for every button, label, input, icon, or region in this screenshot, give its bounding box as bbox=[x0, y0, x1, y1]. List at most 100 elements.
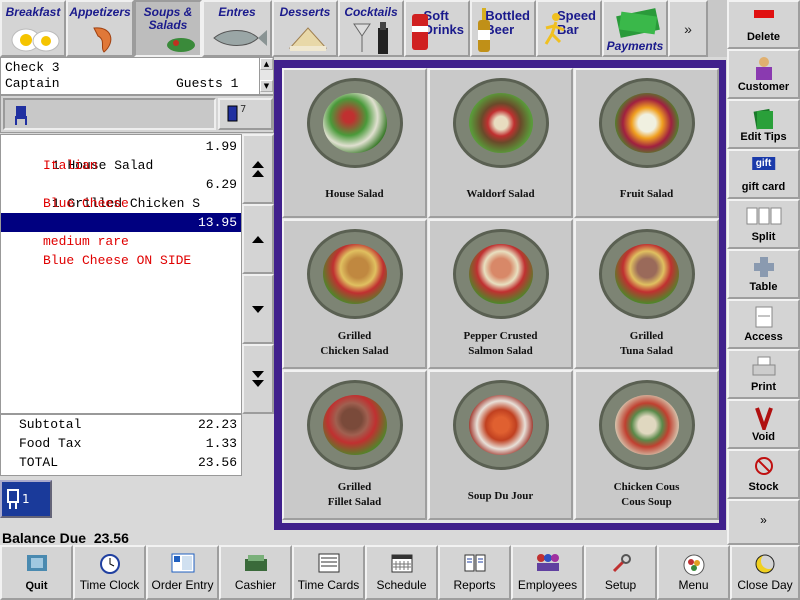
access-button[interactable]: Access bbox=[727, 299, 800, 349]
house-salad-image bbox=[306, 78, 403, 168]
scroll-top-button[interactable] bbox=[242, 134, 274, 204]
customer-label: Customer bbox=[737, 81, 790, 93]
up-arrow-icon bbox=[252, 235, 264, 243]
more-actions-button[interactable]: » bbox=[727, 499, 800, 545]
scroll-down-arrow-icon[interactable]: ▼ bbox=[260, 80, 273, 92]
order-item-row[interactable]: 1 House Salad 1.99 bbox=[1, 137, 241, 173]
scroll-bottom-button[interactable] bbox=[242, 344, 274, 414]
item-modifier[interactable]: Blue Cheese bbox=[1, 194, 241, 213]
menu-item-fruit-salad[interactable]: Fruit Salad bbox=[574, 68, 719, 218]
scroll-up-arrow-icon[interactable]: ▲ bbox=[260, 58, 273, 70]
cashier-button[interactable]: Cashier bbox=[219, 545, 292, 600]
edit-tips-button[interactable]: Edit Tips bbox=[727, 99, 800, 149]
menu-item-house-salad[interactable]: House Salad bbox=[282, 68, 427, 218]
void-label: Void bbox=[751, 431, 775, 443]
customer-button[interactable]: Customer bbox=[727, 49, 800, 99]
totals-panel: Subtotal 22.23 Food Tax 1.33 TOTAL 23.56 bbox=[0, 414, 242, 476]
item-modifier[interactable]: medium rare bbox=[1, 232, 241, 251]
delete-icon bbox=[753, 10, 774, 18]
menu-item-grilled-fillet-salad[interactable]: Grilled Fillet Salad bbox=[282, 370, 427, 520]
stock-label: Stock bbox=[748, 481, 779, 493]
soup-du-jour-image bbox=[452, 380, 549, 470]
item-modifier[interactable]: Italian bbox=[1, 156, 241, 175]
category-label: Appetizers bbox=[69, 5, 131, 19]
table-icon bbox=[753, 257, 774, 277]
eggs-icon bbox=[11, 28, 60, 52]
tax-value: 1.33 bbox=[205, 436, 237, 451]
menu-item-soup-du-jour[interactable]: Soup Du Jour bbox=[428, 370, 573, 520]
menu-item-grid-frame: House Salad Waldorf Salad Fruit Salad Gr… bbox=[274, 60, 726, 530]
balance-label: Balance Due bbox=[2, 530, 87, 546]
category-soft-drinks[interactable]: Soft Drinks bbox=[404, 0, 470, 57]
menu-item-name: Grilled Tuna Salad bbox=[619, 330, 674, 357]
down-arrow-icon bbox=[252, 305, 264, 313]
quit-button[interactable]: Quit bbox=[0, 545, 73, 600]
close-day-button[interactable]: Close Day bbox=[730, 545, 800, 600]
seat-selector-button[interactable] bbox=[3, 98, 216, 130]
bottom-toolbar: Quit Time Clock Order Entry Cashier Time… bbox=[0, 545, 800, 600]
category-entres[interactable]: Entres bbox=[202, 0, 272, 57]
menu-item-chicken-cous-cous-soup[interactable]: Chicken Cous Cous Soup bbox=[574, 370, 719, 520]
category-cocktails[interactable]: Cocktails bbox=[338, 0, 404, 57]
setup-label: Setup bbox=[604, 578, 637, 592]
beer-bottle-icon bbox=[478, 8, 490, 52]
menu-label: Menu bbox=[678, 578, 709, 592]
category-appetizers[interactable]: Appetizers bbox=[66, 0, 134, 57]
void-icon bbox=[754, 407, 773, 430]
menu-item-name: Waldorf Salad bbox=[466, 188, 535, 200]
void-button[interactable]: Void bbox=[727, 399, 800, 449]
category-soups-salads[interactable]: Soups & Salads bbox=[134, 0, 202, 57]
shrimp-icon bbox=[93, 27, 112, 53]
menu-item-name: House Salad bbox=[325, 188, 384, 200]
category-desserts[interactable]: Desserts bbox=[272, 0, 338, 57]
table-label: Table bbox=[749, 281, 778, 293]
order-item-row[interactable]: 1 Grilled Chicken S 6.29 bbox=[1, 175, 241, 211]
scroll-track[interactable] bbox=[260, 70, 273, 80]
time-cards-button[interactable]: Time Cards bbox=[292, 545, 365, 600]
category-breakfast[interactable]: Breakfast bbox=[0, 0, 66, 57]
item-modifier[interactable]: Blue Cheese ON SIDE bbox=[1, 251, 241, 270]
menu-item-grilled-tuna-salad[interactable]: Grilled Tuna Salad bbox=[574, 219, 719, 369]
menu-item-waldorf-salad[interactable]: Waldorf Salad bbox=[428, 68, 573, 218]
action-column: Delete Customer Edit Tips gift gift card… bbox=[727, 0, 800, 545]
category-bottled-beer[interactable]: Bottled Beer bbox=[470, 0, 536, 57]
category-speed-bar[interactable]: Speed Bar bbox=[536, 0, 602, 57]
seat-row: 7 bbox=[0, 95, 274, 133]
menu-item-name: Soup Du Jour bbox=[467, 490, 534, 502]
menu-button[interactable]: Menu bbox=[657, 545, 730, 600]
time-clock-label: Time Clock bbox=[79, 578, 140, 592]
setup-button[interactable]: Setup bbox=[584, 545, 657, 600]
double-up-arrow-icon bbox=[252, 161, 264, 177]
menu-item-grilled-chicken-salad[interactable]: Grilled Chicken Salad bbox=[282, 219, 427, 369]
order-item-row-selected[interactable]: 1 Grilled Tuna Sala 13.95 bbox=[1, 213, 241, 249]
total-row: TOTAL 23.56 bbox=[1, 453, 241, 472]
category-payments[interactable]: Payments bbox=[602, 0, 668, 57]
salmon-salad-image bbox=[452, 229, 549, 319]
print-button[interactable]: Print bbox=[727, 349, 800, 399]
grilled-chicken-salad-image bbox=[306, 229, 403, 319]
menu-item-pepper-crusted-salmon-salad[interactable]: Pepper Crusted Salmon Salad bbox=[428, 219, 573, 369]
order-entry-button[interactable]: Order Entry bbox=[146, 545, 219, 600]
fish-icon bbox=[213, 30, 267, 46]
gift-card-button[interactable]: gift gift card bbox=[727, 149, 800, 199]
stock-button[interactable]: Stock bbox=[727, 449, 800, 499]
schedule-button[interactable]: Schedule bbox=[365, 545, 438, 600]
delete-button[interactable]: Delete bbox=[727, 0, 800, 49]
menu-item-name: Grilled Fillet Salad bbox=[327, 481, 382, 508]
split-button[interactable]: Split bbox=[727, 199, 800, 249]
more-categories-button[interactable]: » bbox=[668, 0, 708, 57]
person-seat-button[interactable]: 1 bbox=[0, 480, 52, 518]
cash-register-icon bbox=[244, 555, 267, 571]
seat-count-button[interactable]: 7 bbox=[218, 98, 273, 130]
employees-button[interactable]: Employees bbox=[511, 545, 584, 600]
scroll-up-button[interactable] bbox=[242, 204, 274, 274]
edit-tips-label: Edit Tips bbox=[740, 131, 787, 143]
delete-label: Delete bbox=[746, 31, 781, 43]
header-scrollbar[interactable]: ▲ ▼ bbox=[259, 58, 273, 94]
quit-icon bbox=[26, 555, 47, 571]
table-button[interactable]: Table bbox=[727, 249, 800, 299]
time-clock-button[interactable]: Time Clock bbox=[73, 545, 146, 600]
scroll-down-button[interactable] bbox=[242, 274, 274, 344]
reports-button[interactable]: Reports bbox=[438, 545, 511, 600]
order-entry-icon bbox=[171, 553, 194, 573]
